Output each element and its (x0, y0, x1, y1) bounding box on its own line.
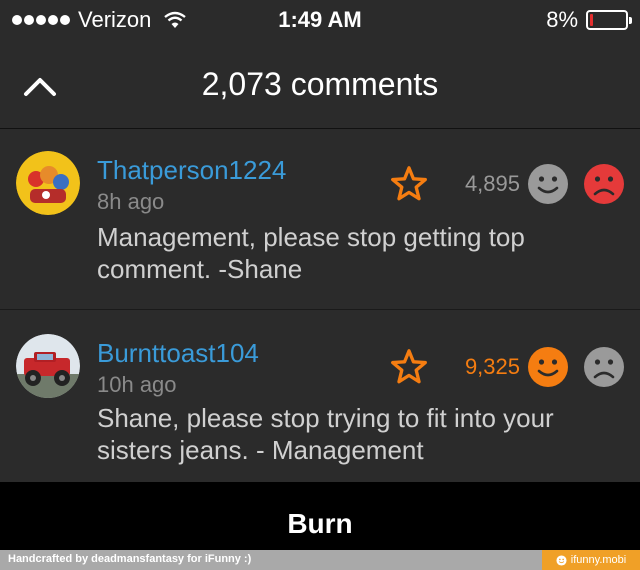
comment-text: Management, please stop getting top comm… (97, 222, 525, 284)
comment-item: Thatperson1224 8h ago 4,895 Management, … (0, 129, 640, 310)
avatar[interactable] (16, 151, 80, 215)
battery-percent: 8% (546, 7, 578, 32)
comment-item: Burnttoast104 10h ago 9,325 Shane, pleas… (0, 310, 640, 482)
comment-timestamp: 10h ago (97, 372, 177, 397)
nav-bar: 2,073 comments (0, 42, 640, 129)
smile-count: 9,325 (464, 354, 520, 379)
star-icon[interactable] (390, 165, 428, 201)
watermark-bar: Handcrafted by deadmansfantasy for iFunn… (0, 550, 640, 570)
battery-icon (586, 10, 632, 30)
comment-username[interactable]: Thatperson1224 (97, 155, 286, 186)
burn-button-label: Burn (287, 508, 353, 539)
credit-text: Handcrafted by deadmansfantasy for iFunn… (8, 553, 252, 565)
page-title: 2,073 comments (201, 66, 439, 102)
smile-logo-icon (556, 554, 567, 566)
smile-icon[interactable] (528, 347, 568, 387)
clock: 1:49 AM (278, 7, 362, 32)
frown-icon[interactable] (584, 347, 624, 387)
burn-button[interactable]: Burn (0, 482, 640, 550)
status-bar: Verizon 1:49 AM 8% (0, 0, 640, 42)
smile-count: 4,895 (464, 171, 520, 196)
comment-timestamp: 8h ago (97, 189, 165, 214)
comment-text: Shane, please stop trying to fit into yo… (97, 403, 554, 465)
brand-label: ifunny.mobi (570, 554, 627, 566)
smile-icon[interactable] (528, 164, 568, 204)
star-icon[interactable] (390, 348, 428, 384)
battery-group: 8% (546, 7, 632, 33)
brand-badge: ifunny.mobi (542, 550, 640, 570)
comment-username[interactable]: Burnttoast104 (97, 338, 259, 369)
frown-icon[interactable] (584, 164, 624, 204)
avatar[interactable] (16, 334, 80, 398)
